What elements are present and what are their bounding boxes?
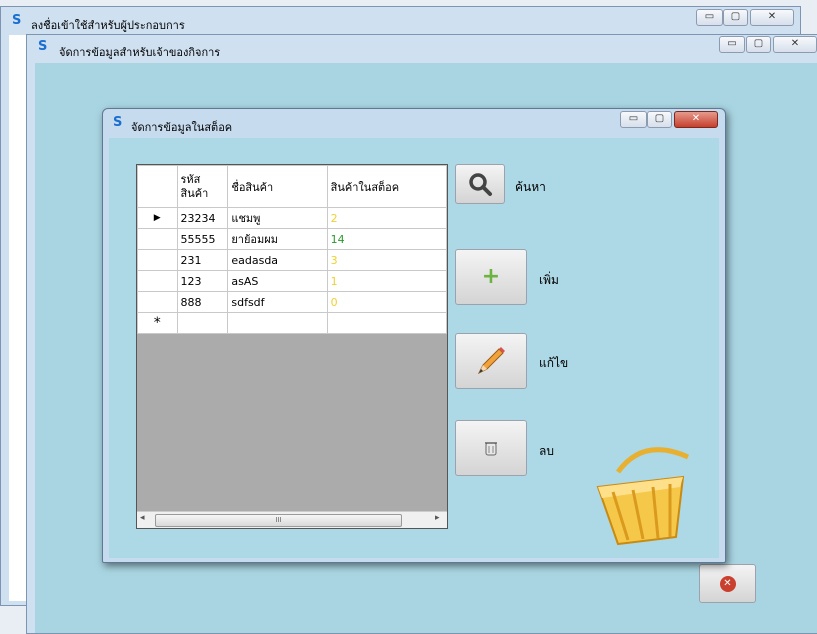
cell-code[interactable]: 23234: [176, 207, 229, 229]
stock-table: รหัส สินค้า ชื่อสินค้า สินค้าในสต็อค ▶ 2…: [137, 165, 447, 334]
cell-qty[interactable]: 1: [326, 270, 447, 292]
stock-grid[interactable]: รหัส สินค้า ชื่อสินค้า สินค้าในสต็อค ▶ 2…: [136, 164, 448, 529]
row-header: [137, 249, 178, 271]
edit-label: แก้ไข: [539, 356, 569, 370]
column-header-code[interactable]: รหัส สินค้า: [176, 165, 229, 208]
header-row: รหัส สินค้า ชื่อสินค้า สินค้าในสต็อค: [137, 165, 447, 208]
trash-icon: [485, 442, 497, 456]
cell-code[interactable]: 123: [176, 270, 229, 292]
close-button[interactable]: ✕: [674, 111, 718, 128]
cell-qty[interactable]: [326, 312, 447, 334]
pencil-icon: [477, 347, 505, 375]
minimize-button[interactable]: ▭: [620, 111, 647, 128]
app-logo-icon: S: [113, 115, 123, 130]
shopping-basket-icon: [596, 447, 690, 546]
maximize-button[interactable]: ▢: [647, 111, 672, 128]
stock-window-title: จัดการข้อมูลในสต็อค: [131, 121, 233, 134]
cell-code[interactable]: [176, 312, 229, 334]
add-button[interactable]: +: [455, 249, 527, 305]
app-logo-icon: S: [12, 13, 22, 28]
maximize-button[interactable]: ▢: [723, 9, 748, 26]
cell-code[interactable]: 55555: [176, 228, 229, 250]
scroll-right-icon[interactable]: ▸: [435, 513, 440, 523]
column-header-qty[interactable]: สินค้าในสต็อค: [326, 165, 447, 208]
plus-icon: +: [481, 264, 501, 289]
column-header-name[interactable]: ชื่อสินค้า: [227, 165, 328, 208]
cell-name[interactable]: แชมพู: [227, 207, 328, 229]
cell-name[interactable]: asAS: [227, 270, 328, 292]
cell-name[interactable]: eadasda: [227, 249, 328, 271]
new-row-marker: *: [137, 312, 178, 334]
cell-name[interactable]: [227, 312, 328, 334]
search-button[interactable]: [455, 164, 505, 204]
add-label: เพิ่ม: [539, 273, 559, 287]
cell-code[interactable]: 888: [176, 291, 229, 313]
search-icon: [469, 173, 492, 196]
table-row[interactable]: 231 eadasda 3: [137, 249, 447, 271]
cell-name[interactable]: ยาย้อมผม: [227, 228, 328, 250]
search-label: ค้นหา: [515, 180, 546, 194]
new-row[interactable]: *: [137, 312, 447, 334]
cell-qty[interactable]: 3: [326, 249, 447, 271]
delete-label: ลบ: [539, 444, 554, 458]
edit-button[interactable]: [455, 333, 527, 389]
delete-button[interactable]: [455, 420, 527, 476]
owner-window-title: จัดการข้อมูลสำหรับเจ้าของกิจการ: [59, 46, 221, 59]
cell-qty[interactable]: 0: [326, 291, 447, 313]
login-window-title: ลงชื่อเข้าใช้สำหรับผู้ประกอบการ: [31, 19, 185, 32]
cell-qty[interactable]: 2: [326, 207, 447, 229]
cell-qty[interactable]: 14: [326, 228, 447, 250]
minimize-button[interactable]: ▭: [719, 36, 745, 53]
table-row[interactable]: 888 sdfsdf 0: [137, 291, 447, 313]
row-header: [137, 291, 178, 313]
exit-button[interactable]: ✕: [699, 564, 756, 603]
close-button[interactable]: ✕: [773, 36, 817, 53]
app-logo-icon: S: [38, 39, 48, 54]
table-row[interactable]: 123 asAS 1: [137, 270, 447, 292]
table-row[interactable]: 55555 ยาย้อมผม 14: [137, 228, 447, 250]
horizontal-scrollbar[interactable]: ◂ III ▸: [137, 511, 447, 528]
row-header: [137, 228, 178, 250]
cell-code[interactable]: 231: [176, 249, 229, 271]
row-header-corner: [137, 165, 178, 208]
cell-name[interactable]: sdfsdf: [227, 291, 328, 313]
scroll-left-icon[interactable]: ◂: [140, 513, 145, 523]
current-row-marker: ▶: [137, 207, 178, 229]
scroll-thumb[interactable]: III: [155, 514, 402, 527]
table-row[interactable]: ▶ 23234 แชมพู 2: [137, 207, 447, 229]
close-circle-icon: ✕: [719, 575, 736, 592]
close-button[interactable]: ✕: [750, 9, 794, 26]
minimize-button[interactable]: ▭: [696, 9, 723, 26]
maximize-button[interactable]: ▢: [746, 36, 771, 53]
row-header: [137, 270, 178, 292]
